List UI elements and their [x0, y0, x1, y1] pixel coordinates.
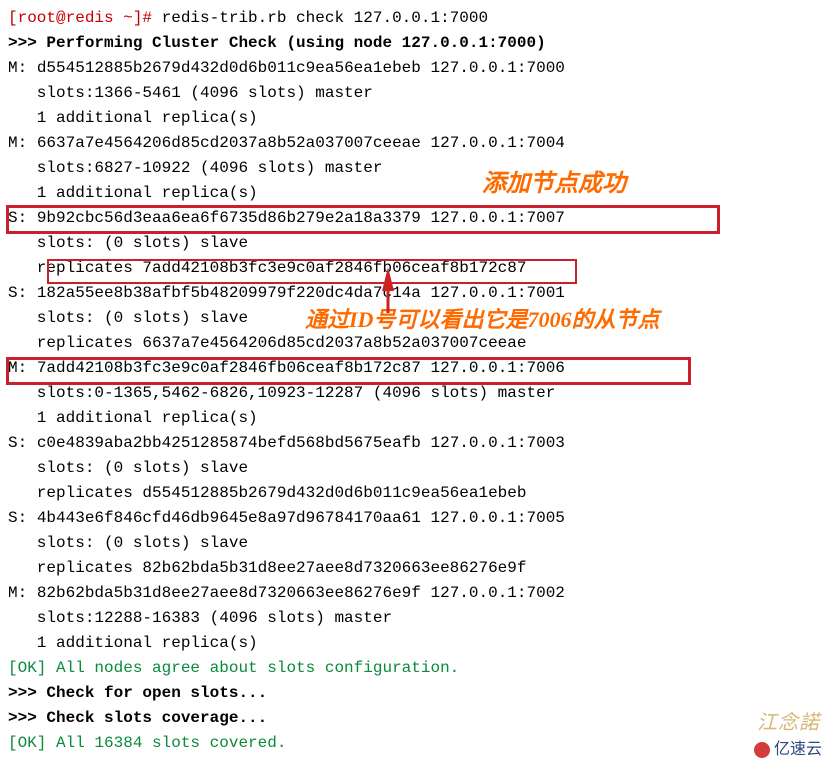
node-detail: replicates 7add42108b3fc3e9c0af2846fb06c…: [8, 256, 824, 281]
node-detail: slots: (0 slots) slave: [8, 231, 824, 256]
node-line: S: 9b92cbc56d3eaa6ea6f6735d86b279e2a18a3…: [8, 206, 824, 231]
node-detail: replicates d554512885b2679d432d0d6b011c9…: [8, 481, 824, 506]
node-line: S: c0e4839aba2bb4251285874befd568bd5675e…: [8, 431, 824, 456]
node-detail: 1 additional replica(s): [8, 631, 824, 656]
node-line: S: 182a55ee8b38afbf5b48209979f220dc4da7c…: [8, 281, 824, 306]
node-detail: replicates 82b62bda5b31d8ee27aee8d732066…: [8, 556, 824, 581]
node-detail: slots: (0 slots) slave: [8, 531, 824, 556]
node-detail: slots:0-1365,5462-6826,10923-12287 (4096…: [8, 381, 824, 406]
node-detail: slots: (0 slots) slave: [8, 456, 824, 481]
node-line: M: d554512885b2679d432d0d6b011c9ea56ea1e…: [8, 56, 824, 81]
logo-icon: [754, 742, 770, 758]
node-line: M: 6637a7e4564206d85cd2037a8b52a037007ce…: [8, 131, 824, 156]
node-detail: slots:6827-10922 (4096 slots) master: [8, 156, 824, 181]
terminal-prompt-line: [root@redis ~]# redis-trib.rb check 127.…: [8, 6, 824, 31]
site-logo: 亿速云: [750, 737, 826, 762]
check-open-slots: >>> Check for open slots...: [8, 681, 824, 706]
node-detail: slots:12288-16383 (4096 slots) master: [8, 606, 824, 631]
node-detail: replicates 6637a7e4564206d85cd2037a8b52a…: [8, 331, 824, 356]
node-detail: 1 additional replica(s): [8, 181, 824, 206]
node-detail: 1 additional replica(s): [8, 406, 824, 431]
node-detail: slots: (0 slots) slave: [8, 306, 824, 331]
cluster-check-header: >>> Performing Cluster Check (using node…: [8, 31, 824, 56]
ok-slots-covered: [OK] All 16384 slots covered.: [8, 731, 824, 756]
node-line: S: 4b443e6f846cfd46db9645e8a97d96784170a…: [8, 506, 824, 531]
check-slots-coverage: >>> Check slots coverage...: [8, 706, 824, 731]
node-detail: slots:1366-5461 (4096 slots) master: [8, 81, 824, 106]
ok-nodes-agree: [OK] All nodes agree about slots configu…: [8, 656, 824, 681]
node-line: M: 82b62bda5b31d8ee27aee8d7320663ee86276…: [8, 581, 824, 606]
logo-text: 亿速云: [774, 737, 822, 762]
node-line: M: 7add42108b3fc3e9c0af2846fb06ceaf8b172…: [8, 356, 824, 381]
node-detail: 1 additional replica(s): [8, 106, 824, 131]
